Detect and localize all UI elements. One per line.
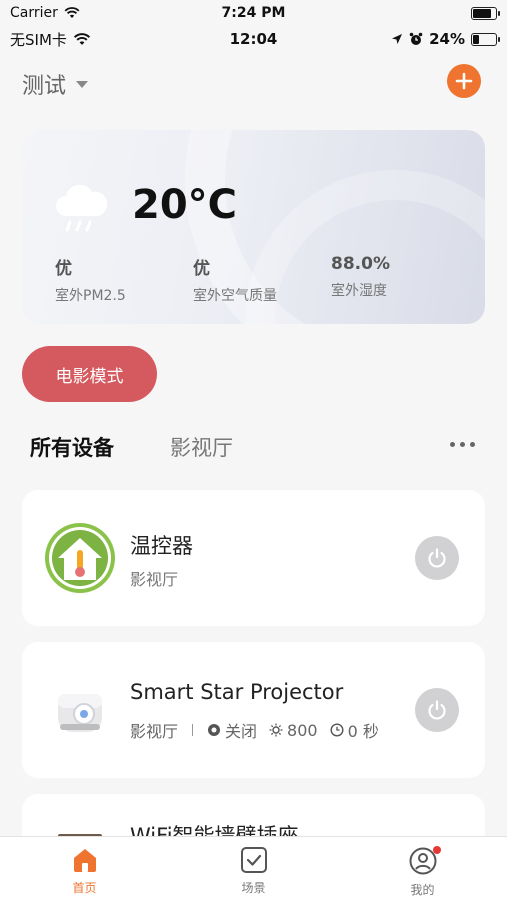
device-name: 温控器	[130, 534, 193, 558]
device-status-row: 影视厅 关闭 800 0 秒	[130, 718, 379, 742]
battery-icon	[471, 6, 500, 20]
tab-theater[interactable]: 影视厅	[170, 432, 233, 462]
weather-card: 20°C 优 室外PM2.5 优 室外空气质量 88.0% 室外湿度	[22, 130, 485, 324]
carrier-label: Carrier	[10, 5, 58, 21]
metric-label: 室外PM2.5	[55, 288, 126, 304]
scene-button[interactable]: 电影模式	[22, 346, 157, 402]
home-selector[interactable]: 测试	[22, 68, 89, 100]
separator	[192, 724, 194, 736]
device-room: 影视厅	[130, 570, 179, 589]
power-icon	[428, 700, 446, 720]
phone-left: 无SIM卡	[10, 29, 91, 50]
tab-all-devices[interactable]: 所有设备	[30, 432, 114, 462]
wifi-icon	[73, 32, 90, 45]
checkbox-icon	[240, 847, 267, 873]
phone-status-bar: 无SIM卡 12:04 24%	[0, 26, 507, 52]
metric-pm25: 优 室外PM2.5	[55, 254, 126, 305]
device-card[interactable]: 温控器 影视厅	[22, 490, 485, 626]
metric-value: 优	[193, 259, 210, 279]
notification-badge	[432, 846, 441, 854]
home-icon	[73, 849, 96, 872]
battery-percent: 24%	[429, 30, 465, 48]
metric-humidity: 88.0% 室外湿度	[331, 254, 390, 300]
device-state: 关闭	[225, 722, 258, 741]
metric-value: 88.0%	[331, 254, 390, 274]
sim-left: Carrier	[10, 5, 80, 21]
room-tabs: 所有设备 影视厅	[0, 424, 507, 468]
tab-scenes[interactable]: 场景	[194, 837, 314, 900]
brightness-icon	[269, 723, 283, 737]
power-button[interactable]	[415, 688, 459, 732]
power-button[interactable]	[415, 536, 459, 580]
alarm-icon	[409, 32, 423, 45]
device-room: 影视厅	[130, 722, 179, 741]
device-card[interactable]: Smart Star Projector 影视厅 关闭 800 0 秒	[22, 642, 485, 778]
phone-time: 12:04	[229, 30, 278, 48]
sim-time: 7:24 PM	[221, 5, 286, 21]
add-button[interactable]	[447, 64, 481, 98]
projector-icon	[58, 694, 102, 732]
tab-label: 我的	[410, 883, 435, 897]
rain-cloud-icon	[56, 184, 108, 232]
toggle-status-icon	[208, 724, 221, 736]
metric-air-quality: 优 室外空气质量	[193, 254, 277, 305]
caret-down-icon	[76, 80, 89, 88]
metric-label: 室外湿度	[331, 283, 387, 299]
home-name-label: 测试	[22, 74, 67, 99]
more-icon[interactable]	[450, 442, 475, 447]
bottom-tab-bar: 首页 场景 我的	[0, 836, 507, 900]
device-timer: 0 秒	[347, 722, 379, 741]
device-name: Smart Star Projector	[130, 680, 344, 704]
tab-home[interactable]: 首页	[25, 837, 145, 900]
header: 测试	[0, 58, 507, 104]
tab-label: 首页	[72, 881, 97, 895]
phone-carrier: 无SIM卡	[10, 30, 67, 49]
metric-label: 室外空气质量	[193, 288, 277, 304]
plus-icon	[455, 72, 473, 90]
tab-mine[interactable]: 我的	[363, 837, 483, 900]
tab-label: 场景	[241, 881, 266, 895]
temperature: 20°C	[132, 182, 238, 228]
location-arrow-icon	[392, 34, 403, 44]
wifi-icon	[64, 7, 80, 18]
phone-right: 24%	[391, 30, 500, 48]
power-icon	[428, 548, 446, 568]
clock-icon	[330, 723, 344, 737]
metric-value: 优	[55, 259, 72, 279]
thermometer-house-icon	[45, 523, 115, 593]
device-brightness: 800	[287, 720, 318, 740]
simulator-status-bar: Carrier 7:24 PM	[0, 0, 507, 26]
battery-icon	[471, 32, 500, 46]
